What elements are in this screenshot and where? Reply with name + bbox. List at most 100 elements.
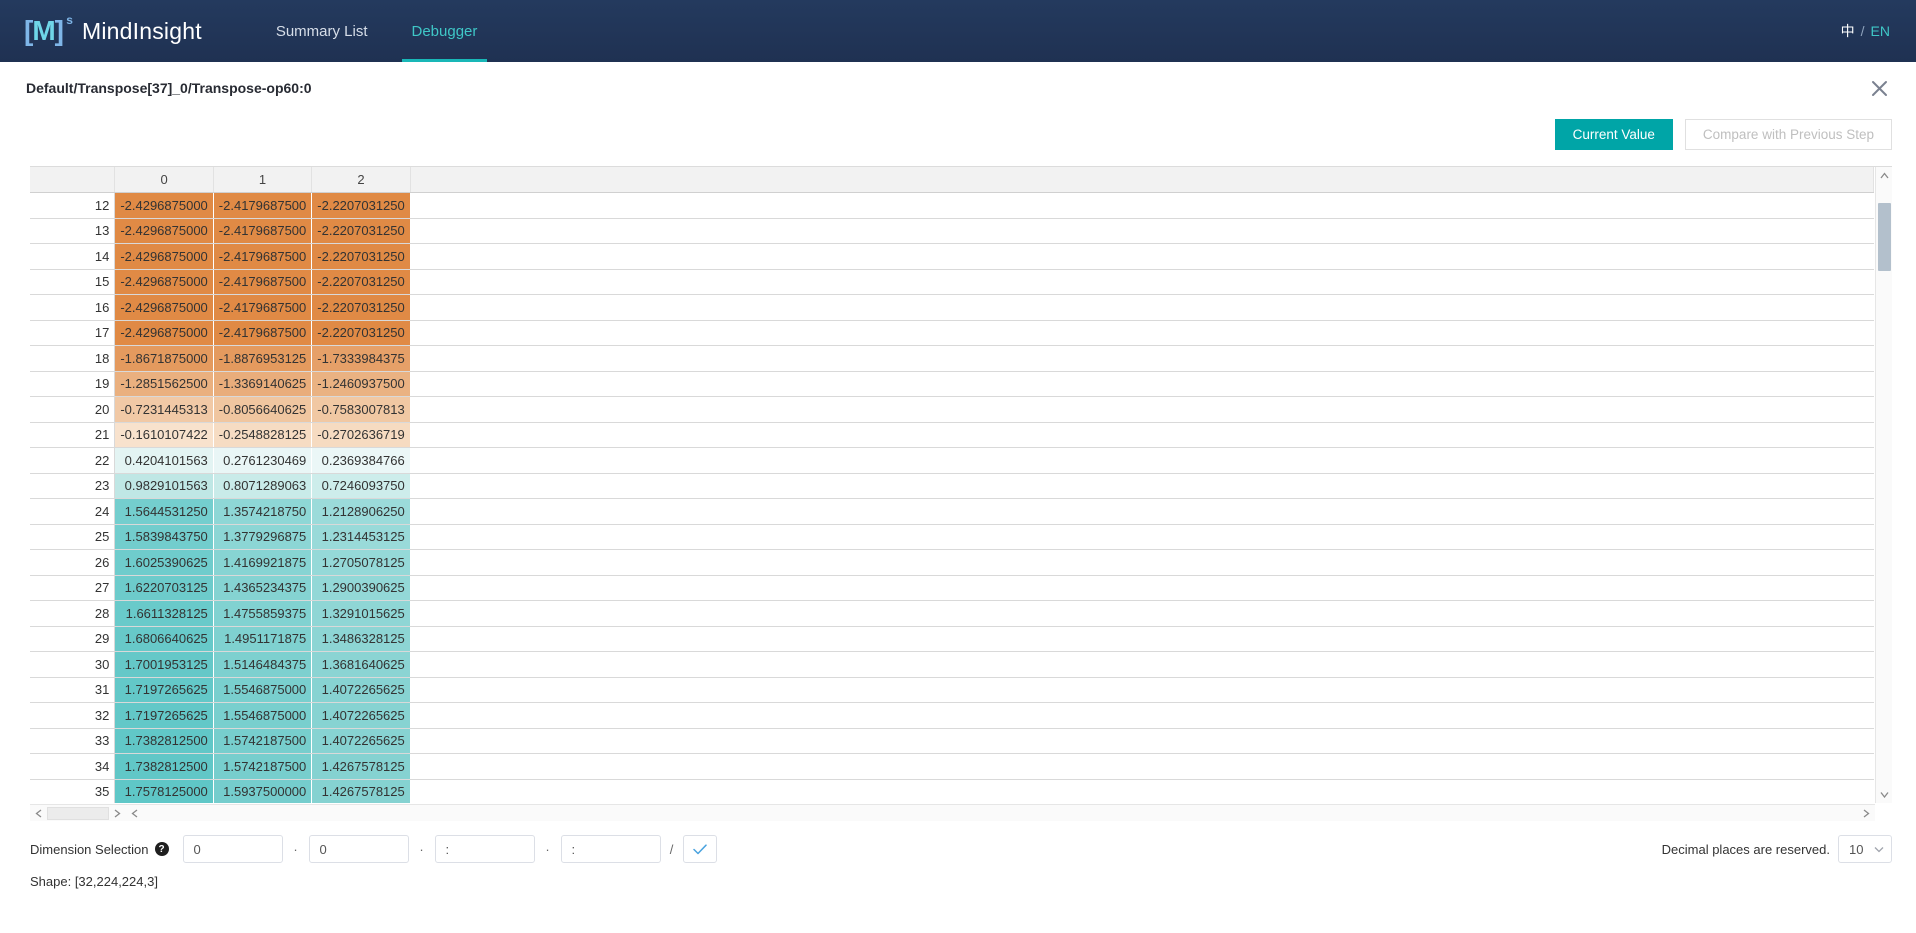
tensor-cell[interactable]: -2.2207031250	[311, 269, 411, 295]
tensor-cell[interactable]: 1.6220703125	[114, 575, 214, 601]
column-header[interactable]: 0	[114, 167, 214, 193]
row-header[interactable]: 23	[30, 473, 116, 499]
column-header[interactable]: 1	[213, 167, 313, 193]
tensor-cell[interactable]: 1.4072265625	[311, 702, 411, 729]
tensor-cell[interactable]: -0.7583007813	[311, 396, 411, 423]
decimal-places-select[interactable]: 10	[1838, 835, 1892, 863]
vertical-scrollbar[interactable]	[1875, 167, 1892, 803]
row-header[interactable]: 29	[30, 626, 116, 652]
tensor-cell[interactable]: 0.4204101563	[114, 447, 214, 474]
tensor-cell[interactable]: 1.2314453125	[311, 524, 411, 550]
row-header[interactable]: 20	[30, 396, 116, 423]
row-header[interactable]: 26	[30, 549, 116, 576]
tensor-cell[interactable]: 1.5742187500	[213, 753, 313, 780]
tensor-cell[interactable]: 0.8071289063	[213, 473, 313, 499]
tensor-cell[interactable]: 1.2900390625	[311, 575, 411, 601]
tensor-cell[interactable]: 1.7197265625	[114, 702, 214, 729]
tensor-cell[interactable]: 1.7001953125	[114, 651, 214, 678]
tensor-cell[interactable]: 1.6611328125	[114, 600, 214, 627]
row-header[interactable]: 32	[30, 702, 116, 729]
tensor-cell[interactable]: 1.6806640625	[114, 626, 214, 652]
row-header[interactable]: 14	[30, 243, 116, 270]
tensor-cell[interactable]: -2.4179687500	[213, 192, 313, 219]
horizontal-scrollbar-thumb[interactable]	[47, 806, 109, 820]
tensor-cell[interactable]: -0.2702636719	[311, 422, 411, 448]
tensor-cell[interactable]: 1.7578125000	[114, 779, 214, 803]
horizontal-scrollbar-track[interactable]	[143, 807, 1858, 820]
dimension-input-2[interactable]	[434, 835, 535, 863]
tensor-cell[interactable]: 1.5937500000	[213, 779, 313, 803]
tensor-cell[interactable]: -2.4296875000	[114, 269, 214, 295]
row-header[interactable]: 31	[30, 677, 116, 703]
tensor-cell[interactable]: -1.8671875000	[114, 345, 214, 372]
tensor-cell[interactable]: 1.3486328125	[311, 626, 411, 652]
tensor-cell[interactable]: 1.5742187500	[213, 728, 313, 754]
tensor-cell[interactable]: -1.2851562500	[114, 371, 214, 397]
tensor-cell[interactable]: 1.2128906250	[311, 498, 411, 525]
tensor-cell[interactable]: -2.2207031250	[311, 192, 411, 219]
row-header[interactable]: 24	[30, 498, 116, 525]
row-header[interactable]: 25	[30, 524, 116, 550]
language-option-en[interactable]: EN	[1871, 23, 1890, 39]
tensor-cell[interactable]: 1.4267578125	[311, 753, 411, 780]
tensor-cell[interactable]: 1.4267578125	[311, 779, 411, 803]
tensor-cell[interactable]: 1.3291015625	[311, 600, 411, 627]
tensor-cell[interactable]: 1.4169921875	[213, 549, 313, 576]
vertical-scrollbar-thumb[interactable]	[1878, 203, 1891, 271]
tensor-cell[interactable]: -2.4296875000	[114, 294, 214, 321]
check-icon[interactable]	[682, 835, 717, 863]
tensor-cell[interactable]: 0.9829101563	[114, 473, 214, 499]
tensor-cell[interactable]: -2.4296875000	[114, 320, 214, 346]
tensor-cell[interactable]: -0.1610107422	[114, 422, 214, 448]
tensor-cell[interactable]: 1.5839843750	[114, 524, 214, 550]
row-header[interactable]: 13	[30, 218, 116, 244]
dimension-input-3[interactable]	[560, 835, 661, 863]
row-header[interactable]: 30	[30, 651, 116, 678]
row-header[interactable]: 15	[30, 269, 116, 295]
tensor-cell[interactable]: -2.4179687500	[213, 320, 313, 346]
row-header[interactable]: 27	[30, 575, 116, 601]
tensor-cell[interactable]: 1.6025390625	[114, 549, 214, 576]
row-header[interactable]: 21	[30, 422, 116, 448]
row-header[interactable]: 34	[30, 753, 116, 780]
tensor-cell[interactable]: -1.8876953125	[213, 345, 313, 372]
tensor-cell[interactable]: -0.8056640625	[213, 396, 313, 423]
row-header[interactable]: 18	[30, 345, 116, 372]
tensor-cell[interactable]: 1.2705078125	[311, 549, 411, 576]
horizontal-scrollbar[interactable]	[30, 804, 1875, 821]
scroll-right-arrow-icon[interactable]	[109, 805, 126, 822]
row-header[interactable]: 22	[30, 447, 116, 474]
nav-tab-summary-list[interactable]: Summary List	[254, 0, 390, 62]
tensor-cell[interactable]: 1.3681640625	[311, 651, 411, 678]
tensor-cell[interactable]: -2.4296875000	[114, 218, 214, 244]
tensor-cell[interactable]: 1.4072265625	[311, 677, 411, 703]
tensor-cell[interactable]: 1.5546875000	[213, 677, 313, 703]
dimension-input-1[interactable]	[308, 835, 409, 863]
row-header[interactable]: 28	[30, 600, 116, 627]
tensor-cell[interactable]: -2.4296875000	[114, 243, 214, 270]
row-header[interactable]: 12	[30, 192, 116, 219]
row-header[interactable]: 19	[30, 371, 116, 397]
tensor-cell[interactable]: 0.7246093750	[311, 473, 411, 499]
tensor-cell[interactable]: 1.5546875000	[213, 702, 313, 729]
tensor-cell[interactable]: 1.7382812500	[114, 753, 214, 780]
tensor-cell[interactable]: -2.2207031250	[311, 243, 411, 270]
current-value-button[interactable]: Current Value	[1554, 118, 1673, 150]
nav-tab-debugger[interactable]: Debugger	[390, 0, 500, 62]
tensor-cell[interactable]: 1.4365234375	[213, 575, 313, 601]
row-header[interactable]: 35	[30, 779, 116, 803]
language-option-zh[interactable]: 中	[1841, 21, 1855, 41]
close-icon[interactable]	[1866, 75, 1892, 101]
scroll-left-arrow-secondary-icon[interactable]	[126, 805, 143, 822]
scroll-right-end-arrow-icon[interactable]	[1858, 805, 1875, 822]
tensor-cell[interactable]: -2.2207031250	[311, 320, 411, 346]
row-header[interactable]: 16	[30, 294, 116, 321]
tensor-cell[interactable]: 1.5146484375	[213, 651, 313, 678]
tensor-cell[interactable]: 1.4072265625	[311, 728, 411, 754]
question-mark-icon[interactable]: ?	[154, 842, 169, 856]
tensor-cell[interactable]: -2.4179687500	[213, 218, 313, 244]
scroll-down-arrow-icon[interactable]	[1876, 786, 1892, 803]
tensor-cell[interactable]: -2.4179687500	[213, 269, 313, 295]
compare-with-previous-step-button[interactable]: Compare with Previous Step	[1684, 118, 1892, 150]
tensor-cell[interactable]: 1.4951171875	[213, 626, 313, 652]
